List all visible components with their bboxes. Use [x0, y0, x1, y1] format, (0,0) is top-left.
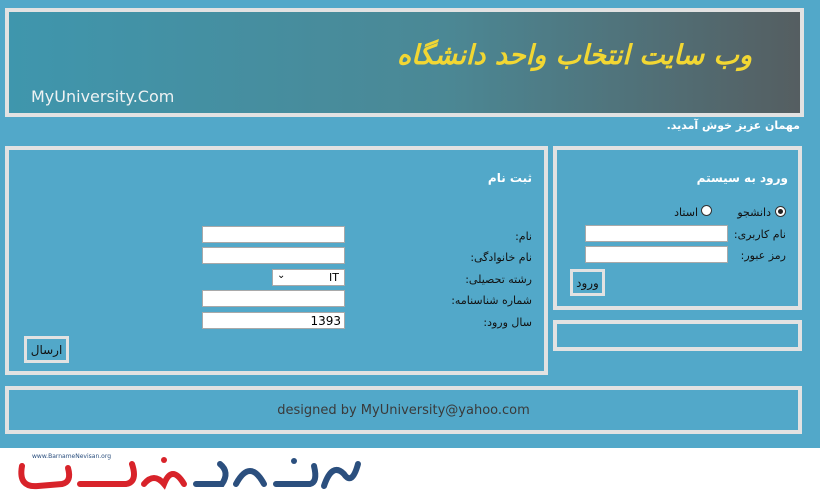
first-name-label: نام: [515, 230, 532, 243]
register-submit-button[interactable]: ارسال [24, 336, 69, 363]
radio-student-label: دانشجو [737, 206, 771, 219]
welcome-message: مهمان عزیز خوش آمدید. [666, 119, 800, 132]
login-panel: ورود به سیستم دانشجو استاد نام کاربری: ر… [553, 146, 802, 310]
first-name-input[interactable] [202, 226, 345, 243]
login-title: ورود به سیستم [696, 171, 788, 185]
id-number-input[interactable] [202, 290, 345, 307]
major-select[interactable]: ⌄ IT [272, 269, 345, 286]
last-name-input[interactable] [202, 247, 345, 264]
site-title: وب سایت انتخاب واحد دانشگاه [397, 40, 752, 71]
password-input[interactable] [585, 246, 728, 263]
logo-graphic [18, 457, 361, 490]
empty-side-box [553, 320, 802, 351]
radio-teacher-label: استاد [674, 206, 698, 219]
barnamenevisan-logo: www.BarnameNevisan.org [14, 452, 364, 494]
password-label: رمز عبور: [740, 249, 786, 262]
last-name-label: نام خانوادگی: [470, 251, 532, 264]
footer-panel: designed by MyUniversity@yahoo.com [5, 386, 802, 434]
page-background: وب سایت انتخاب واحد دانشگاه MyUniversity… [0, 0, 820, 448]
entry-year-label: سال ورود: [483, 316, 532, 329]
login-button[interactable]: ورود [570, 269, 605, 296]
username-label: نام کاربری: [733, 228, 786, 241]
register-title: ثبت نام [487, 171, 532, 185]
footer-credit: designed by MyUniversity@yahoo.com [277, 403, 530, 418]
major-select-value: IT [329, 271, 339, 284]
chevron-down-icon: ⌄ [277, 270, 286, 281]
radio-teacher[interactable] [701, 205, 712, 216]
site-domain: MyUniversity.Com [31, 87, 175, 106]
id-number-label: شماره شناسنامه: [451, 294, 532, 307]
entry-year-input[interactable] [202, 312, 345, 329]
username-input[interactable] [585, 225, 728, 242]
register-panel: ثبت نام نام: نام خانوادگی: رشته تحصیلی: … [5, 146, 548, 375]
site-header-banner: وب سایت انتخاب واحد دانشگاه MyUniversity… [5, 8, 804, 117]
major-label: رشته تحصیلی: [465, 273, 532, 286]
radio-student[interactable] [775, 206, 786, 217]
